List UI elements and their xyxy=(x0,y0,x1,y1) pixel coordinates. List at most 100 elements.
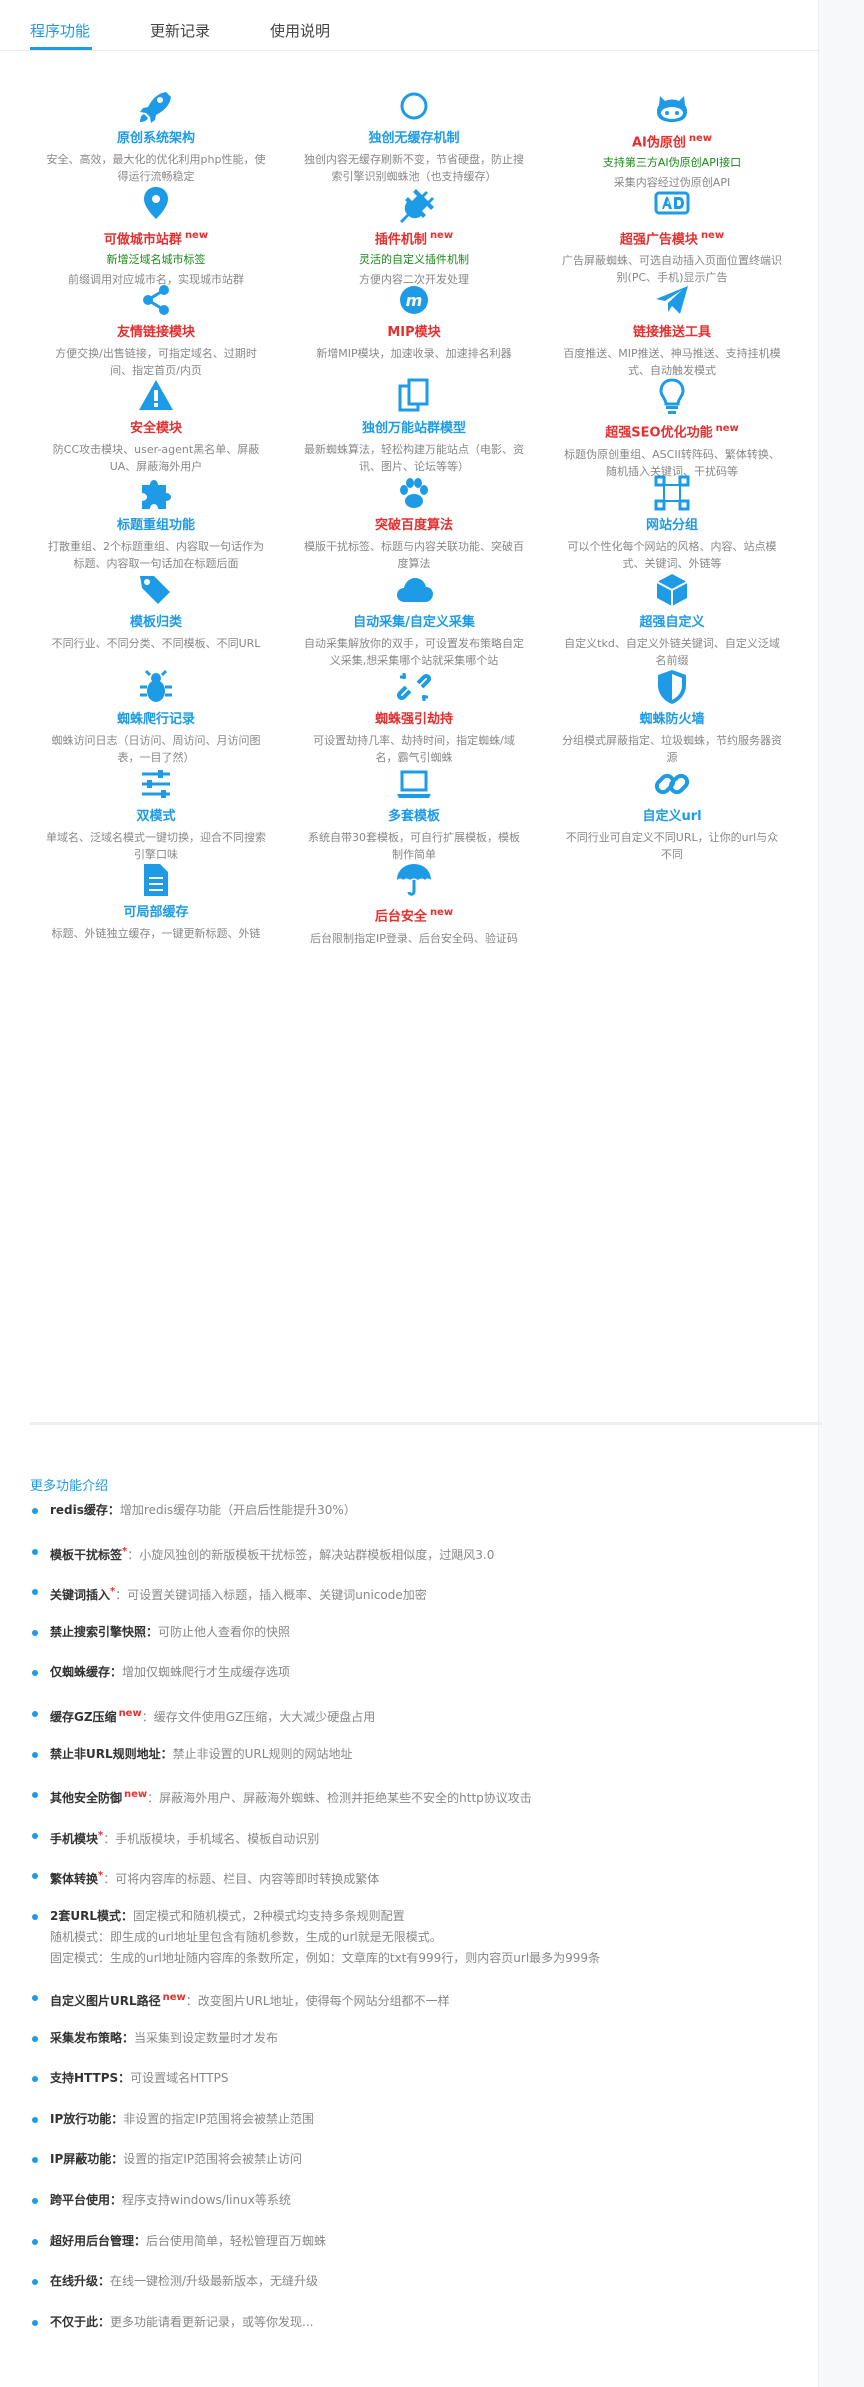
new-badge: new xyxy=(118,1708,142,1719)
bullet-icon xyxy=(32,2238,38,2245)
bullet-icon xyxy=(32,1711,38,1717)
ad-icon xyxy=(654,191,690,215)
page-right-gutter xyxy=(818,0,864,2387)
new-badge: new xyxy=(184,229,209,241)
feature-title: 网站分组 xyxy=(645,518,698,534)
item-description: 更多功能请看更新记录，或等你发现... xyxy=(110,2314,314,2329)
cloud-icon xyxy=(397,578,433,602)
feature-description: 单域名、泛域名模式一键切换，迎合不同搜索引擎口味 xyxy=(46,830,266,861)
bullet-icon xyxy=(32,2198,38,2204)
feature-title: 双模式 xyxy=(136,808,176,824)
feature-description: 自动采集解放你的双手，可设置发布策略自定义采集,想采集哪个站就采集哪个站 xyxy=(304,637,524,667)
item-description: ：小旋风独创的新版模板干扰标签，解决站群模板相似度，过飓风3.0 xyxy=(127,1547,495,1562)
more-feature-item: IP放行功能：非设置的指定IP范围将会被禁止范围 xyxy=(30,2109,314,2130)
item-name: IP屏蔽功能： xyxy=(50,2152,124,2167)
feature-title: 超强自定义 xyxy=(639,615,705,630)
bullet-icon xyxy=(32,1548,38,1555)
feature-card: 原创系统架构安全、高效，最大化的优化利用php性能，使得运行流畅稳定 xyxy=(32,86,280,185)
bullet-icon xyxy=(32,2319,38,2326)
feature-card: 模板归类 不同行业、不同分类、不同模板、不同URL xyxy=(32,570,280,652)
item-description: 可设置域名HTTPS xyxy=(130,2071,229,2086)
feature-title: 插件机制 new xyxy=(374,229,454,248)
tags-icon xyxy=(140,576,170,604)
item-description: 非设置的指定IP范围将会被禁止范围 xyxy=(123,2111,315,2126)
item-description: 禁止非设置的URL规则的网站地址 xyxy=(172,1746,353,1761)
feature-title: AI伪原创 new xyxy=(631,133,713,151)
share-icon xyxy=(143,284,169,315)
feature-title: 可做城市站群 new xyxy=(103,229,209,248)
feature-card: AI伪原创 new 支持第三方AI伪原创API接口 采集内容经过伪原创API xyxy=(548,86,796,191)
more-feature-item: 仅蜘蛛缓存：增加仅蜘蛛爬行才生成缓存选项 xyxy=(30,1662,290,1683)
mip-icon: m xyxy=(400,285,428,314)
feature-description: 打散重组、2个标题重组、内容取一句话作为标题、内容取一句话加在标题后面 xyxy=(48,540,264,571)
map-pin-icon xyxy=(144,186,168,219)
tab-features[interactable]: 程序功能 xyxy=(30,20,90,41)
item-name: redis缓存： xyxy=(50,1503,120,1517)
feature-title: MIP模块 xyxy=(387,324,441,340)
feature-card: 超强自定义自定义tkd、自定义外链关键词、自定义泛域名前缀 xyxy=(548,570,796,669)
bullet-icon xyxy=(32,1832,38,1839)
more-feature-item: 2套URL模式：固定模式和随机模式，2种模式均支持多条规则配置 随机模式：即生成的… xyxy=(30,1906,600,1969)
feature-description: 自定义tkd、自定义外链关键词、自定义泛域名前缀 xyxy=(564,637,780,667)
item-name: 关键词插入 xyxy=(50,1588,111,1603)
github-cat-icon xyxy=(657,96,687,122)
unlink-icon xyxy=(396,672,432,701)
bullet-icon xyxy=(32,2279,38,2286)
item-name: 2套URL模式： xyxy=(50,1909,133,1923)
feature-title: 原创系统架构 xyxy=(116,131,195,146)
feature-title: 突破百度算法 xyxy=(374,518,453,534)
svg-text:m: m xyxy=(406,291,423,310)
cube-icon xyxy=(656,574,688,606)
paw-icon xyxy=(400,478,428,509)
feature-title: 可局部缓存 xyxy=(123,905,189,921)
feature-card: 蜘蛛强引劫持 可设置劫持几率、劫持时间，指定蜘蛛/域名，霸气引蜘蛛 xyxy=(290,667,538,766)
feature-highlight: 灵活的自定义插件机制 xyxy=(359,253,469,267)
paper-plane-icon xyxy=(656,285,688,314)
feature-title: 蜘蛛防火墙 xyxy=(639,711,705,727)
item-description: ：可设置关键词插入标题，插入概率、关键词unicode加密 xyxy=(115,1588,427,1603)
feature-card: 蜘蛛防火墙 分组模式屏蔽指定、垃圾蜘蛛，节约服务器资源 xyxy=(548,667,796,766)
bullet-icon xyxy=(32,1508,38,1514)
tab-changelog[interactable]: 更新记录 xyxy=(150,20,210,41)
feature-title: 多套模板 xyxy=(387,808,440,824)
item-description: ：缓存文件使用GZ压缩，大大减少硬盘占用 xyxy=(141,1710,376,1724)
feature-card: 超强SEO优化功能 new 标题伪原创重组、ASCII转阵码、繁体转换、随机插入关键… xyxy=(548,376,796,479)
grouping-icon xyxy=(654,475,690,511)
item-description: 当采集到设定数量时才发布 xyxy=(134,2030,279,2045)
bullet-icon xyxy=(32,1914,38,1920)
feature-card: 自动采集/自定义采集 自动采集解放你的双手，可设置发布策略自定义采集,想采集哪个站… xyxy=(290,570,538,669)
feature-title: 模板归类 xyxy=(129,615,182,630)
bullet-icon xyxy=(32,1670,38,1677)
feature-description: 可设置劫持几率、劫持时间，指定蜘蛛/域名，霸气引蜘蛛 xyxy=(313,733,515,764)
item-description: 在线一键检测/升级最新版本，无缝升级 xyxy=(110,2274,319,2289)
item-description: ：可将内容库的标题、栏目、内容等即时转换成繁体 xyxy=(103,1872,380,1887)
feature-description: 安全、高效，最大化的优化利用php性能，使得运行流畅稳定 xyxy=(46,153,266,183)
feature-title: 安全模块 xyxy=(129,421,182,437)
more-feature-item: 在线升级：在线一键检测/升级最新版本，无缝升级 xyxy=(30,2271,318,2292)
feature-card: 超强广告模块 new 广告屏蔽蜘蛛、可选自动插入页面位置终端识别(PC、手机)显示广… xyxy=(548,183,796,286)
tab-usage[interactable]: 使用说明 xyxy=(270,20,330,41)
more-feature-item: 超好用后台管理：后台使用简单，轻松管理百万蜘蛛 xyxy=(30,2231,326,2252)
rocket-icon xyxy=(140,92,171,123)
more-feature-item: 繁体转换*：可将内容库的标题、栏目、内容等即时转换成繁体 xyxy=(30,1865,379,1890)
feature-title: 标题重组功能 xyxy=(116,518,195,534)
feature-title: 后台安全 new xyxy=(374,907,454,925)
item-description: 程序支持windows/linux等系统 xyxy=(122,2193,291,2207)
tab-active-indicator xyxy=(30,47,92,50)
item-name: IP放行功能： xyxy=(50,2111,124,2126)
laptop-icon xyxy=(397,770,431,798)
more-feature-item: 支持HTTPS：可设置域名HTTPS xyxy=(30,2068,228,2089)
item-name: 模板干扰标签 xyxy=(50,1547,123,1562)
item-name: 缓存GZ压缩 xyxy=(50,1710,117,1724)
item-name: 繁体转换 xyxy=(50,1872,99,1887)
item-name: 采集发布策略： xyxy=(50,2030,135,2045)
item-description: 固定模式和随机模式，2种模式均支持多条规则配置 xyxy=(132,1909,405,1923)
feature-card: 自定义url 不同行业可自定义不同URL，让你的url与众不同 xyxy=(548,764,796,863)
warning-icon xyxy=(139,380,173,411)
item-description: ：手机版模块，手机域名、模板自动识别 xyxy=(103,1831,320,1846)
more-features-title: 更多功能介绍 xyxy=(30,1479,109,1494)
feature-title: 链接推送工具 xyxy=(632,324,711,340)
item-name: 禁止非URL规则地址： xyxy=(50,1746,173,1761)
new-badge: new xyxy=(688,133,713,144)
feature-card: 突破百度算法 模版干扰标签、标题与内容关联功能、突破百度算法 xyxy=(290,473,538,572)
